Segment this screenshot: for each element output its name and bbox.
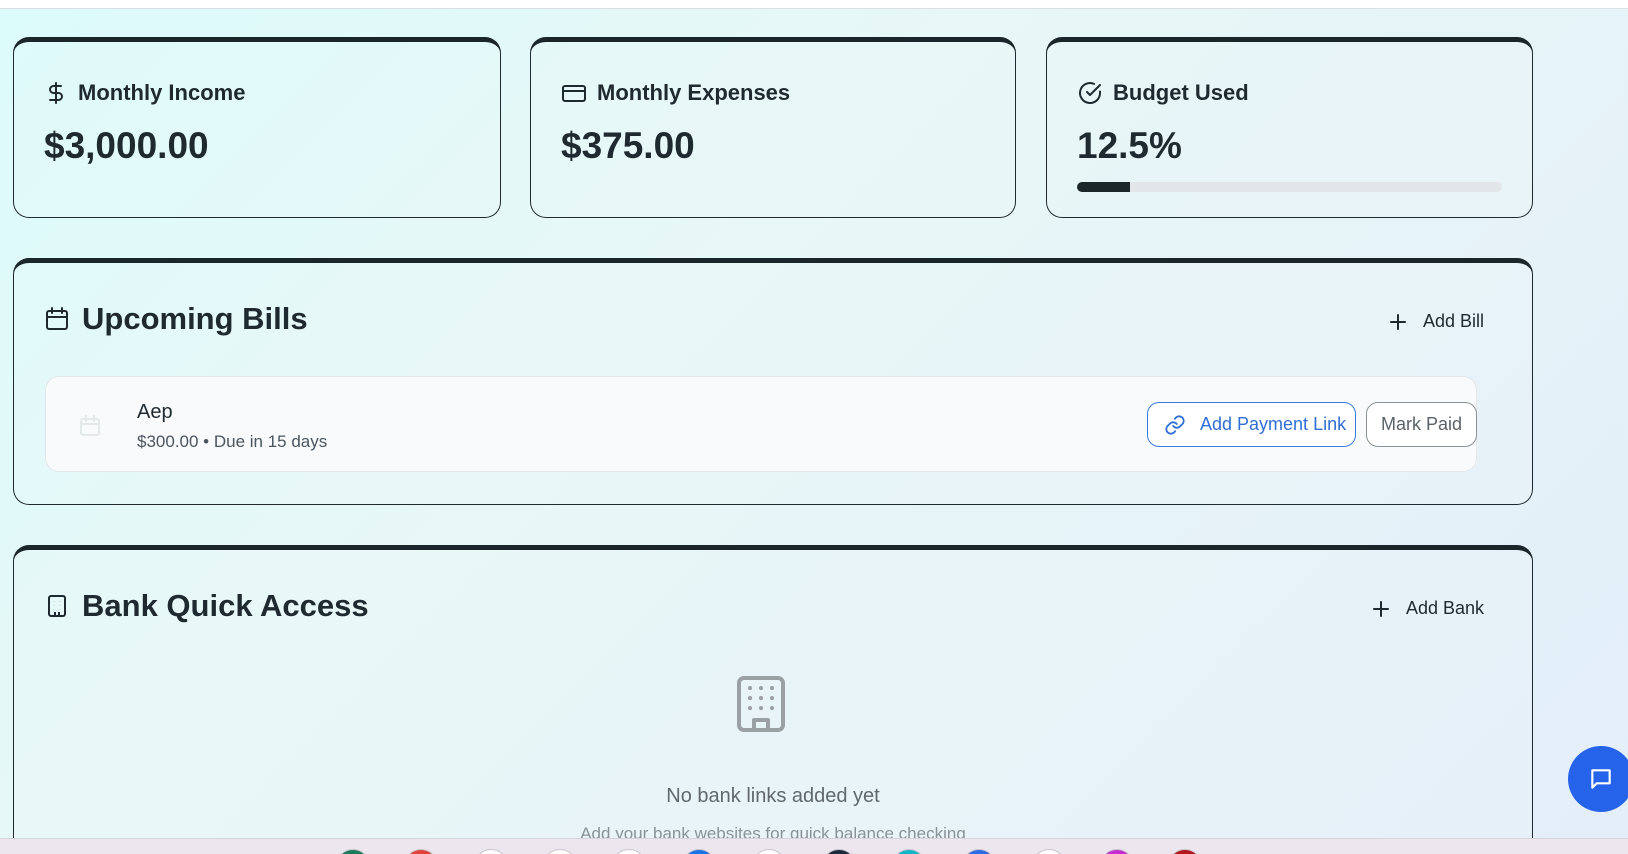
- add-bank-button[interactable]: Add Bank: [1372, 598, 1484, 619]
- add-bank-label: Add Bank: [1406, 598, 1485, 618]
- calendar-icon: [78, 414, 102, 438]
- add-bill-label: Add Bill: [1423, 311, 1485, 331]
- link-icon: [1164, 414, 1186, 436]
- taskbar-app-icon[interactable]: [543, 849, 577, 854]
- add-payment-link-button[interactable]: Add Payment Link: [1147, 402, 1356, 447]
- plus-icon: [1372, 600, 1390, 618]
- mark-paid-button[interactable]: Mark Paid: [1366, 402, 1477, 447]
- budget-used-label: Budget Used: [1113, 80, 1249, 105]
- taskbar-app-icon[interactable]: [1032, 849, 1066, 854]
- taskbar-app-icon[interactable]: [612, 849, 646, 854]
- taskbar-app-icon[interactable]: [822, 849, 856, 854]
- monthly-expenses-card: Monthly Expenses $375.00: [530, 37, 1016, 218]
- taskbar-app-icon[interactable]: [474, 849, 508, 854]
- monthly-expenses-value: $375.00: [561, 125, 695, 166]
- upcoming-bills-section: Upcoming Bills Add Bill Aep $300.00 • Du…: [13, 258, 1533, 505]
- bank-quick-access-title: Bank Quick Access: [82, 588, 369, 623]
- upcoming-bills-title: Upcoming Bills: [82, 301, 308, 336]
- bill-name: Aep: [137, 401, 173, 423]
- top-bar: [0, 0, 1628, 9]
- bill-list-item: Aep $300.00 • Due in 15 days Add Payment…: [45, 376, 1477, 472]
- budget-used-value: 12.5%: [1077, 125, 1182, 166]
- taskbar-app-icon[interactable]: [1100, 849, 1134, 854]
- taskbar-app-icon[interactable]: [682, 849, 716, 854]
- building-icon: [44, 593, 70, 619]
- budget-progress-bar: [1077, 182, 1502, 192]
- taskbar-app-icon[interactable]: [752, 849, 786, 854]
- building-icon: [735, 675, 787, 733]
- calendar-icon: [44, 306, 70, 332]
- add-payment-link-label: Add Payment Link: [1200, 414, 1347, 434]
- plus-icon: [1389, 313, 1407, 331]
- chat-icon: [1588, 766, 1614, 792]
- monthly-income-label: Monthly Income: [78, 80, 246, 105]
- monthly-income-card: Monthly Income $3,000.00: [13, 37, 501, 218]
- budget-progress-fill: [1077, 182, 1131, 192]
- chat-button[interactable]: [1568, 746, 1628, 812]
- empty-state-title: No bank links added yet: [666, 785, 880, 807]
- check-circle-icon: [1077, 80, 1103, 106]
- taskbar-app-icon[interactable]: [404, 849, 438, 854]
- dollar-icon: [44, 81, 68, 105]
- bill-amount-due: $300.00 • Due in 15 days: [137, 432, 328, 451]
- credit-card-icon: [561, 81, 587, 105]
- monthly-expenses-label: Monthly Expenses: [597, 80, 791, 105]
- taskbar-app-icon[interactable]: [1168, 849, 1202, 854]
- taskbar-app-icon[interactable]: [962, 849, 996, 854]
- taskbar: [0, 838, 1628, 854]
- taskbar-app-icon[interactable]: [336, 849, 370, 854]
- monthly-income-value: $3,000.00: [44, 125, 209, 166]
- taskbar-app-icon[interactable]: [892, 849, 926, 854]
- add-bill-button[interactable]: Add Bill: [1389, 311, 1484, 332]
- budget-used-card: Budget Used 12.5%: [1046, 37, 1533, 218]
